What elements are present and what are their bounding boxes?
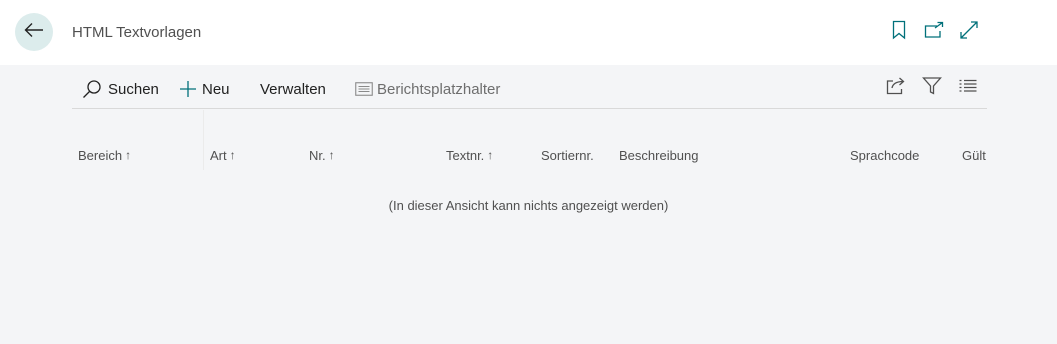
list-view-icon	[959, 79, 977, 98]
manage-label: Verwalten	[260, 80, 326, 98]
open-new-window-button[interactable]	[922, 20, 946, 44]
column-label: Textnr.	[446, 147, 485, 163]
action-bar: Suchen Neu Verwalten Berichtsplatzhalter	[72, 70, 987, 109]
share-icon	[886, 77, 906, 100]
filter-icon	[922, 76, 942, 101]
report-placeholder-button[interactable]: Berichtsplatzhalter	[355, 70, 500, 108]
sort-ascending-icon: ↑	[125, 148, 132, 162]
column-label: Nr.	[309, 147, 326, 163]
page-header: HTML Textvorlagen	[0, 0, 1057, 65]
column-header-beschreibung[interactable]: Beschreibung	[619, 140, 699, 170]
search-button[interactable]: Suchen	[82, 70, 159, 108]
back-button[interactable]	[15, 13, 53, 51]
column-label: Bereich	[78, 147, 123, 163]
column-header-sprachcode[interactable]: Sprachcode	[850, 140, 919, 170]
column-header-nr[interactable]: Nr. ↑	[309, 140, 335, 170]
new-label: Neu	[202, 80, 230, 98]
column-header-sortiernr[interactable]: Sortiernr.	[541, 140, 594, 170]
column-header-bereich[interactable]: Bereich ↑	[78, 140, 131, 170]
report-placeholder-label: Berichtsplatzhalter	[377, 80, 501, 98]
search-label: Suchen	[108, 80, 159, 98]
column-label: Sortiernr.	[541, 147, 594, 163]
filter-button[interactable]	[920, 76, 944, 100]
manage-button[interactable]: Verwalten	[260, 70, 326, 108]
empty-list-message: (In dieser Ansicht kann nichts angezeigt…	[388, 198, 669, 213]
page-title: HTML Textvorlagen	[72, 24, 202, 41]
expand-icon	[959, 20, 979, 45]
column-header-gueltig[interactable]: Gült	[962, 140, 987, 170]
sort-ascending-icon: ↑	[328, 148, 335, 162]
grid-header: Bereich ↑ Art ↑ Nr. ↑ Textnr. ↑ Sortiern…	[72, 110, 987, 170]
share-button[interactable]	[884, 76, 908, 100]
column-label: Art	[210, 147, 227, 163]
column-label: Sprachcode	[850, 147, 920, 163]
column-header-art[interactable]: Art ↑	[210, 140, 236, 170]
bookmark-icon	[892, 20, 906, 45]
column-label: Beschreibung	[619, 147, 699, 163]
report-list-icon	[355, 82, 373, 96]
new-button[interactable]: Neu	[179, 70, 230, 108]
sort-ascending-icon: ↑	[229, 148, 236, 162]
column-header-textnr[interactable]: Textnr. ↑	[446, 140, 493, 170]
bookmark-button[interactable]	[887, 20, 911, 44]
column-separator	[203, 110, 204, 170]
column-label: Gült	[962, 147, 986, 163]
sort-ascending-icon: ↑	[487, 148, 494, 162]
open-new-window-icon	[924, 21, 944, 44]
arrow-left-icon	[24, 22, 44, 43]
list-view-button[interactable]	[956, 76, 980, 100]
search-icon	[82, 79, 102, 99]
plus-icon	[179, 80, 197, 98]
expand-button[interactable]	[957, 20, 981, 44]
